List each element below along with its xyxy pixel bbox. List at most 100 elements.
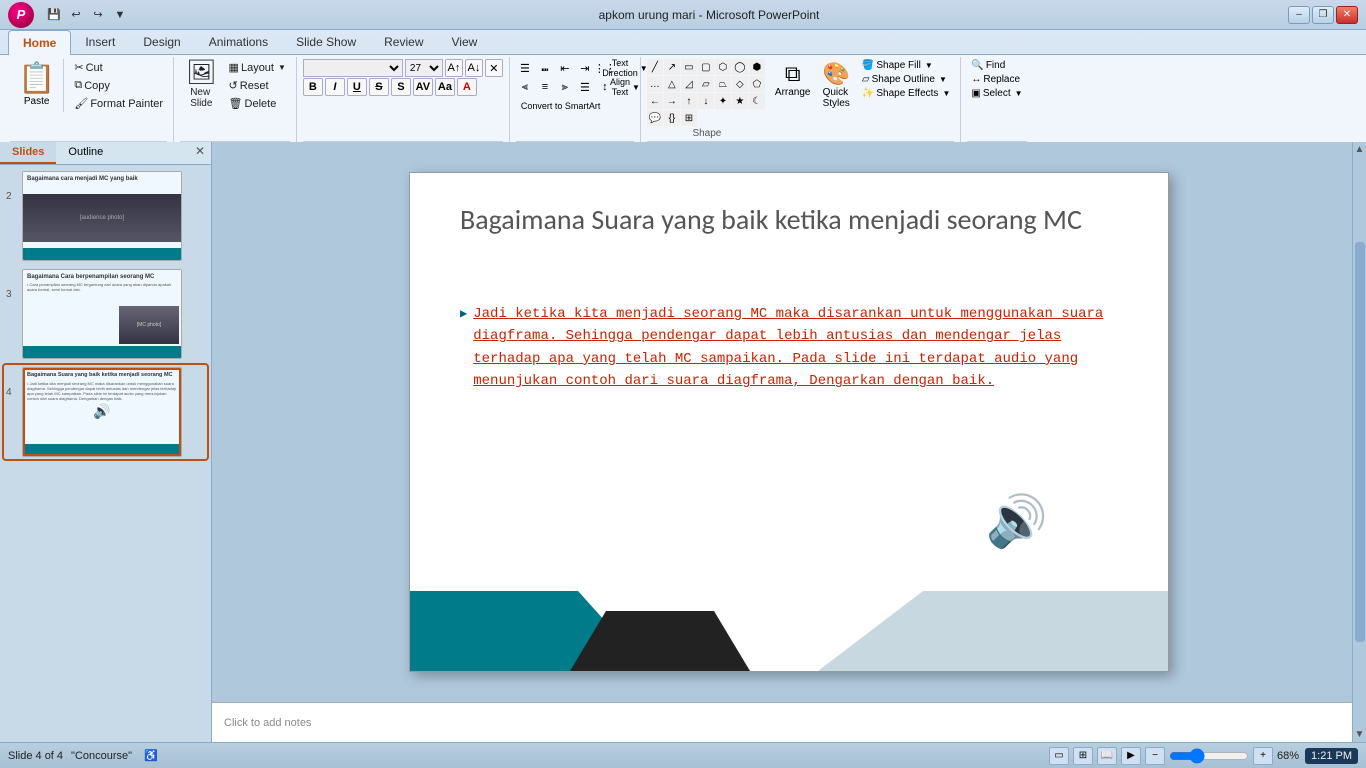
format-painter-button[interactable]: 🖌 Format Painter	[70, 95, 167, 112]
font-size-increase-button[interactable]: A↑	[445, 59, 463, 77]
shape-up-arrow[interactable]: ↑	[681, 93, 697, 109]
shape-circle[interactable]: ◯	[732, 59, 748, 75]
underline-button[interactable]: U	[347, 78, 367, 96]
shape-effects-button[interactable]: ✨ Shape Effects ▼	[858, 87, 954, 100]
char-spacing-button[interactable]: AV	[413, 78, 433, 96]
shape-right-tri[interactable]: ◿	[681, 76, 697, 92]
arrange-button[interactable]: ⧉ Arrange	[771, 59, 815, 100]
reset-button[interactable]: ↺ Reset	[225, 77, 290, 94]
office-orb[interactable]: P	[8, 2, 34, 28]
slide-canvas-wrap[interactable]: Bagaimana Suara yang baik ketika menjadi…	[212, 142, 1366, 702]
zoom-out-button[interactable]: −	[1145, 747, 1165, 765]
align-left-button[interactable]: ⫷	[516, 78, 534, 96]
slides-tab[interactable]: Slides	[0, 142, 56, 164]
shape-rounded-rect[interactable]: ▢	[698, 59, 714, 75]
scroll-down-arrow[interactable]: ▼	[1355, 729, 1365, 740]
undo-qat-button[interactable]: ↩	[66, 5, 86, 25]
tab-view[interactable]: View	[438, 30, 492, 54]
align-center-button[interactable]: ≡	[536, 78, 554, 96]
scroll-thumb[interactable]	[1355, 242, 1365, 642]
slide-sorter-button[interactable]: ⊞	[1073, 747, 1093, 765]
shape-star5[interactable]: ★	[732, 93, 748, 109]
align-right-button[interactable]: ⫸	[556, 78, 574, 96]
close-button[interactable]: ✕	[1336, 6, 1358, 24]
minimize-button[interactable]: –	[1288, 6, 1310, 24]
shape-right-arrow[interactable]: →	[664, 93, 680, 109]
scroll-up-arrow[interactable]: ▲	[1355, 144, 1365, 155]
decrease-indent-button[interactable]: ⇤	[556, 59, 574, 77]
shape-crescent[interactable]: ☾	[749, 93, 765, 109]
outline-tab[interactable]: Outline	[56, 142, 115, 164]
font-size-select[interactable]: 27	[405, 59, 443, 77]
customize-qat-button[interactable]: ▼	[110, 5, 130, 25]
shape-trapezoid[interactable]: ⏢	[715, 76, 731, 92]
new-slide-button[interactable]: 🖼 NewSlide	[180, 59, 222, 111]
shape-brace[interactable]: {}	[664, 110, 680, 126]
text-direction-button[interactable]: Text Direction ▼	[616, 59, 634, 77]
reading-view-button[interactable]: 📖	[1097, 747, 1117, 765]
tab-home[interactable]: Home	[8, 30, 71, 55]
panel-close-button[interactable]: ✕	[189, 142, 211, 164]
bullets-button[interactable]: ☰	[516, 59, 534, 77]
bold-button[interactable]: B	[303, 78, 323, 96]
shape-tri[interactable]: △	[664, 76, 680, 92]
tab-animations[interactable]: Animations	[195, 30, 282, 54]
shape-snip-rect[interactable]: ⬡	[715, 59, 731, 75]
quick-styles-button[interactable]: 🎨 QuickStyles	[818, 59, 853, 111]
tab-review[interactable]: Review	[370, 30, 437, 54]
shape-rect[interactable]: ▭	[681, 59, 697, 75]
zoom-slider[interactable]	[1169, 748, 1249, 764]
normal-view-button[interactable]: ▭	[1049, 747, 1069, 765]
save-qat-button[interactable]: 💾	[44, 5, 64, 25]
increase-indent-button[interactable]: ⇥	[576, 59, 594, 77]
slide-title[interactable]: Bagaimana Suara yang baik ketika menjadi…	[460, 203, 1118, 237]
shape-star4[interactable]: ✦	[715, 93, 731, 109]
redo-qat-button[interactable]: ↪	[88, 5, 108, 25]
shadow-button[interactable]: S	[391, 78, 411, 96]
shape-parallelogram[interactable]: ▱	[698, 76, 714, 92]
zoom-in-button[interactable]: +	[1253, 747, 1273, 765]
shape-left-arrow[interactable]: ←	[647, 93, 663, 109]
vertical-scrollbar[interactable]: ▲ ▼	[1352, 142, 1366, 742]
slide-item-3[interactable]: 3 Bagaimana Cara berpenampilan seorang M…	[4, 267, 207, 361]
restore-button[interactable]: ❐	[1312, 6, 1334, 24]
shape-down-arrow[interactable]: ↓	[698, 93, 714, 109]
layout-button[interactable]: ▦ Layout ▼	[225, 59, 290, 76]
shape-more2[interactable]: ⊞	[681, 110, 697, 126]
shape-fill-button[interactable]: 🪣 Shape Fill ▼	[858, 59, 954, 72]
cut-button[interactable]: ✂ Cut	[70, 59, 167, 76]
tab-slideshow[interactable]: Slide Show	[282, 30, 370, 54]
case-button[interactable]: Aa	[435, 78, 455, 96]
shape-hexagon[interactable]: ⬢	[749, 59, 765, 75]
slide-content[interactable]: ▶ Jadi ketika kita menjadi seorang MC ma…	[460, 303, 1108, 393]
font-name-select[interactable]	[303, 59, 403, 77]
shape-line[interactable]: ╱	[647, 59, 663, 75]
select-button[interactable]: ▣ Select ▼	[967, 87, 1026, 100]
shape-arrow-line[interactable]: ↗	[664, 59, 680, 75]
slide-item-2[interactable]: 2 Bagaimana cara menjadi MC yang baik [a…	[4, 169, 207, 263]
align-text-button[interactable]: Align Text ▼	[616, 78, 634, 96]
replace-button[interactable]: ↔ Replace	[967, 73, 1026, 86]
delete-button[interactable]: 🗑 Delete	[225, 95, 290, 112]
font-size-decrease-button[interactable]: A↓	[465, 59, 483, 77]
slide-item-4[interactable]: 4 Bagaimana Suara yang baik ketika menja…	[4, 365, 207, 459]
paste-button[interactable]: 📋 Paste	[10, 59, 64, 112]
shape-diamond[interactable]: ◇	[732, 76, 748, 92]
slideshow-button[interactable]: ▶	[1121, 747, 1141, 765]
clear-formatting-button[interactable]: ✕	[485, 59, 503, 77]
shape-pentagon[interactable]: ⬠	[749, 76, 765, 92]
audio-speaker-icon[interactable]: 🔊	[986, 492, 1048, 551]
shape-outline-button[interactable]: ▱ Shape Outline ▼	[858, 73, 954, 86]
notes-area[interactable]: Click to add notes	[212, 702, 1366, 742]
tab-design[interactable]: Design	[129, 30, 194, 54]
justify-button[interactable]: ☰	[576, 78, 594, 96]
shape-callout[interactable]: 💬	[647, 110, 663, 126]
tab-insert[interactable]: Insert	[71, 30, 129, 54]
font-color-button[interactable]: A	[457, 78, 477, 96]
convert-smartart-button[interactable]: Convert to SmartArt	[516, 97, 606, 115]
strikethrough-button[interactable]: S	[369, 78, 389, 96]
find-button[interactable]: 🔍 Find	[967, 59, 1026, 72]
copy-button[interactable]: ⧉ Copy	[70, 77, 167, 94]
shape-more[interactable]: …	[647, 76, 663, 92]
italic-button[interactable]: I	[325, 78, 345, 96]
